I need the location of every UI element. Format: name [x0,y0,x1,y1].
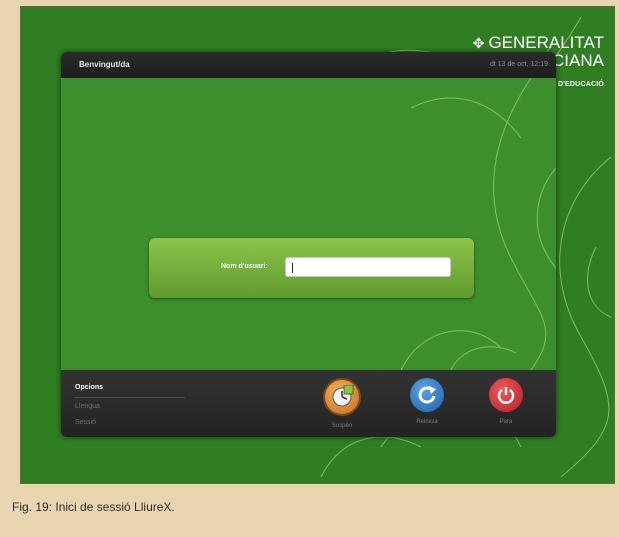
option-language[interactable]: Llengua [75,403,100,410]
shutdown-button[interactable]: Para [481,378,531,425]
username-input[interactable] [285,257,451,277]
restart-icon [410,378,444,412]
suspend-button[interactable]: Suspèn [317,378,367,429]
brand-line1: GENERALITAT [488,33,604,52]
power-icon [489,378,523,412]
login-window: Benvingut/da dt 13 de oct, 12:19 Nom d'u… [61,52,556,437]
login-area: Nom d'usuari: [61,78,556,370]
crest-icon: ✥ [472,34,485,51]
suspend-label: Suspèn [331,423,353,429]
login-box: Nom d'usuari: [149,238,474,298]
options-divider [75,397,185,398]
text-caret [292,263,293,273]
top-bar: Benvingut/da dt 13 de oct, 12:19 [61,52,556,78]
figure-caption: Fig. 19: Inici de sessió LliureX. [12,500,175,514]
option-session[interactable]: Sessió [75,419,96,426]
login-area-swirls [400,78,556,370]
greeting-text: Benvingut/da [79,60,130,69]
restart-button[interactable]: Reinicia [402,378,452,425]
clock: dt 13 de oct, 12:19 [490,61,548,68]
options-title[interactable]: Opcions [75,384,103,391]
username-label: Nom d'usuari: [221,263,268,270]
restart-label: Reinicia [416,419,438,425]
bottom-panel: Opcions Llengua Sessió Suspèn Reinicia P… [61,370,556,437]
caption-area: Fig. 19: Inici de sessió LliureX. [0,486,619,537]
shutdown-label: Para [499,419,513,425]
suspend-icon [323,378,361,416]
screenshot-frame: ✥ GENERALITAT VALENCIANA CONSELLERIA D'E… [20,6,615,484]
